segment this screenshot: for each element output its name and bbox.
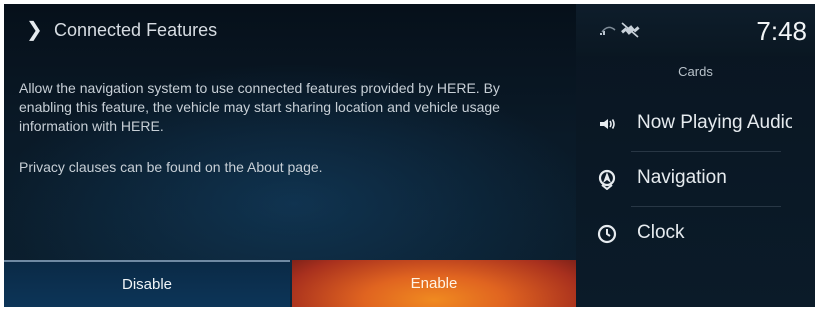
card-label: Navigation [637,167,727,188]
clock-icon [597,224,617,244]
dialog-title: Connected Features [54,20,218,40]
card-label: Clock [637,222,685,243]
disable-button[interactable]: Disable [4,260,290,307]
chevron-right-icon[interactable]: ❯ [26,18,46,42]
card-clock[interactable]: Clock [586,207,796,261]
privacy-note: Privacy clauses can be found on the Abou… [19,159,323,175]
gps-off-icon [621,22,640,38]
card-navigation[interactable]: Navigation [586,152,796,206]
dialog-message: Allow the navigation system to use conne… [19,80,500,134]
status-bar: 7:48 [576,4,815,56]
speaker-icon [600,119,615,129]
infotainment-screen: ❯ Connected Features Allow the navigatio… [4,4,815,307]
clock-time: 7:48 [756,16,807,46]
navigation-icon [598,169,616,190]
signal-icon [600,26,616,35]
dialog-header: ❯ Connected Features [4,4,576,56]
card-now-playing-audio[interactable]: Now Playing Audio [586,97,796,151]
connected-features-dialog: ❯ Connected Features Allow the navigatio… [4,4,576,307]
side-panel: 7:48 Cards Now Playing Audio Navigation [576,4,815,307]
enable-button[interactable]: Enable [292,260,576,307]
card-label: Now Playing Audio [637,112,792,133]
cards-heading: Cards [678,64,713,79]
